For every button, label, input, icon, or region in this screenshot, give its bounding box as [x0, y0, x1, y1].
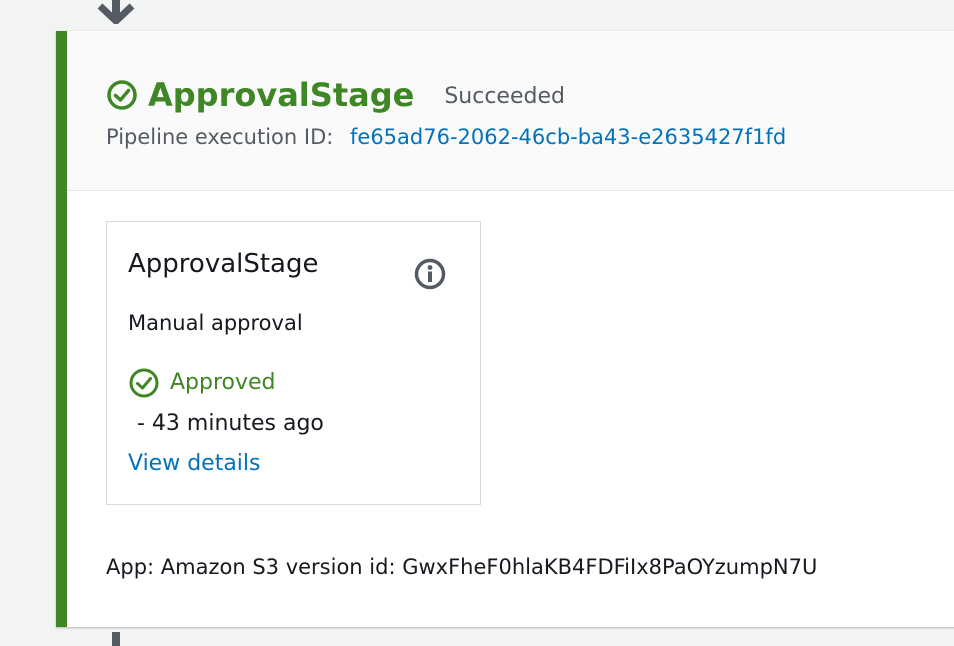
action-title: ApprovalStage	[128, 249, 319, 279]
view-details-link[interactable]: View details	[128, 449, 261, 479]
action-provider: Manual approval	[128, 311, 303, 335]
arrow-down-icon	[97, 0, 135, 24]
action-status-text: Approved	[170, 370, 276, 395]
info-icon[interactable]	[413, 257, 447, 291]
action-card: ApprovalStage Manual approval Approved -…	[106, 221, 481, 505]
check-circle-icon	[107, 80, 137, 110]
pipeline-stage-panel: ApprovalStage Succeeded Pipeline executi…	[56, 31, 954, 627]
stage-title-row: ApprovalStage Succeeded	[106, 73, 565, 117]
action-time: - 43 minutes ago	[137, 411, 324, 436]
action-status-row: Approved	[128, 367, 276, 399]
stage-header: ApprovalStage Succeeded Pipeline executi…	[67, 31, 954, 191]
artifact-revision: App: Amazon S3 version id: GwxFheF0hlaKB…	[106, 555, 818, 579]
stage-status-text: Succeeded	[444, 84, 565, 109]
execution-id-label: Pipeline execution ID:	[106, 125, 334, 149]
execution-id-link[interactable]: fe65ad76-2062-46cb-ba43-e2635427f1fd	[350, 125, 786, 149]
stage-title: ApprovalStage	[148, 76, 415, 114]
check-circle-icon	[129, 368, 159, 398]
execution-id-row: Pipeline execution ID: fe65ad76-2062-46c…	[106, 123, 786, 151]
